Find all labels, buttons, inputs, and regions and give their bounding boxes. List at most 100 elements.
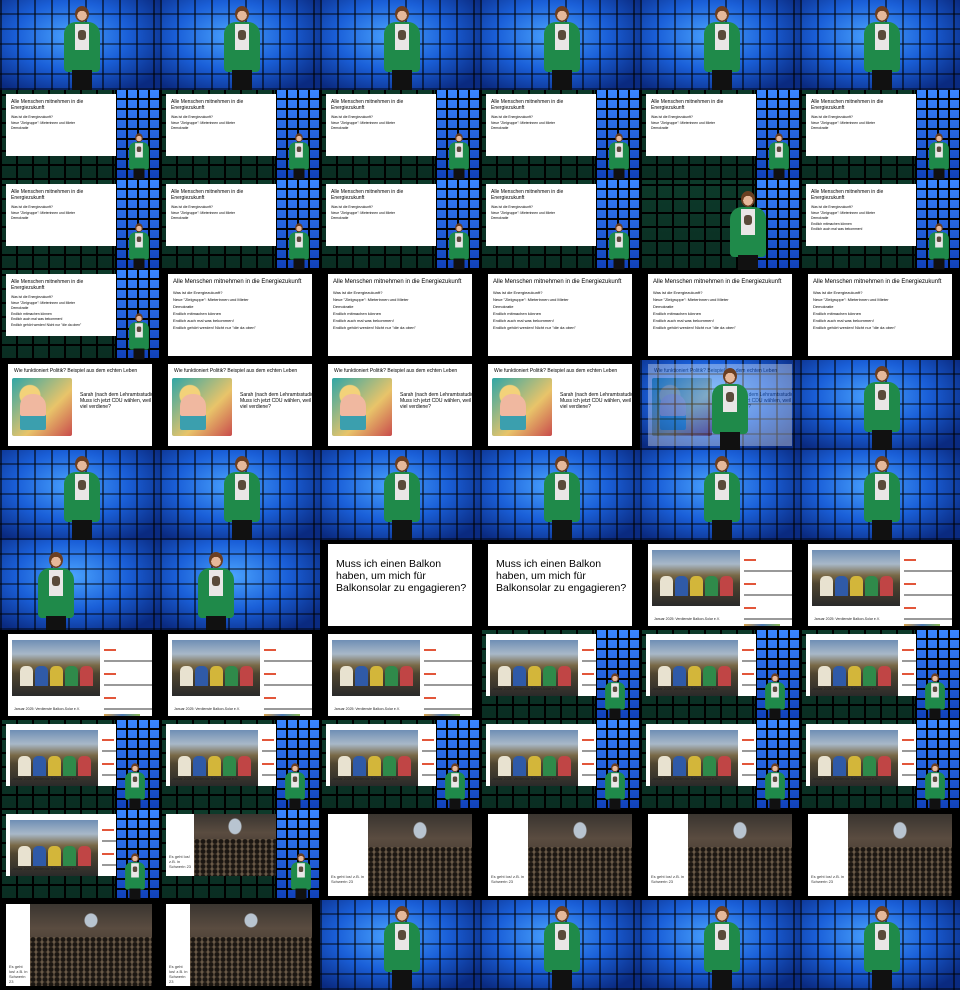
speaker-shirt xyxy=(875,384,889,410)
post-line xyxy=(742,673,754,675)
person-in-photo xyxy=(65,666,78,686)
person-in-photo xyxy=(240,666,253,686)
video-frame: Alle Menschen mitnehmen in die Energiezu… xyxy=(0,270,160,360)
agenda-item: Endlich auch mal was bekommen! xyxy=(813,318,874,323)
person-in-photo xyxy=(818,756,831,776)
person-in-photo xyxy=(658,756,671,776)
politics-text: Sarah (nach dem Lehramtsstudium)Muss ich… xyxy=(240,392,312,410)
video-frame: Muss ich einen Balkon haben, um mich für… xyxy=(480,540,640,630)
video-frame: Alle Menschen mitnehmen in die Energiezu… xyxy=(320,90,480,180)
person-in-photo xyxy=(180,666,193,686)
hall-caption: Es geht los! z.B. in Schwerin 23 xyxy=(651,874,685,884)
post-line xyxy=(742,739,754,741)
speaker-figure xyxy=(764,670,786,720)
person-in-photo xyxy=(718,756,731,776)
speaker-figure xyxy=(542,0,582,90)
speaker-figure xyxy=(124,760,146,810)
post-line xyxy=(102,774,116,776)
photo-caption: Januar 2025: Verdienste Balkon-Solar e.V… xyxy=(12,867,78,871)
speaker-figure xyxy=(128,130,150,180)
person-in-photo xyxy=(513,756,526,776)
speaker-legs xyxy=(295,888,307,900)
person-in-photo xyxy=(18,756,31,776)
social-post xyxy=(902,640,916,696)
photo-slide: Januar 2025: Verdienste Balkon-Solar e.V… xyxy=(166,724,276,786)
speaker-legs xyxy=(720,432,740,450)
comic-illustration xyxy=(332,378,392,436)
person-in-photo xyxy=(238,756,251,776)
speaker-legs xyxy=(72,520,92,540)
video-frame: Es geht los! z.B. in Schwerin 23 xyxy=(800,810,960,900)
person-in-photo xyxy=(688,756,701,776)
speaker-legs xyxy=(738,255,758,270)
video-frame: Muss ich einen Balkon haben, um mich für… xyxy=(320,540,480,630)
video-frame: Es geht los! z.B. in Schwerin 23 xyxy=(0,900,160,990)
person-in-photo xyxy=(720,576,733,596)
post-line xyxy=(424,649,436,651)
person-in-photo xyxy=(543,756,556,776)
photo-caption: Januar 2025: Verdienste Balkon-Solar e.V… xyxy=(172,777,238,781)
speaker-figure xyxy=(608,220,630,270)
agenda-item: Demokratie xyxy=(331,126,349,130)
photo-slide: Januar 2025: Verdienste Balkon-Solar e.V… xyxy=(8,634,152,716)
person-in-photo xyxy=(675,576,688,596)
agenda-item: Demokratie xyxy=(651,126,669,130)
photo-caption: Januar 2025: Verdienste Balkon-Solar e.V… xyxy=(812,687,878,691)
agenda-slide: Alle Menschen mitnehmen in die Energiezu… xyxy=(646,94,756,156)
video-frame: Januar 2025: Verdienste Balkon-Solar e.V… xyxy=(320,630,480,720)
video-frame: Januar 2025: Verdienste Balkon-Solar e.V… xyxy=(0,720,160,810)
speaker-legs xyxy=(293,258,305,270)
photo-slide: Januar 2025: Verdienste Balkon-Solar e.V… xyxy=(6,814,116,876)
post-line xyxy=(582,673,594,675)
comic-illustration xyxy=(12,378,72,436)
video-frame: Es geht los! z.B. in Schwerin 23 xyxy=(160,810,320,900)
speaker-legs xyxy=(769,798,781,810)
person-in-photo xyxy=(78,846,91,866)
speaker-head xyxy=(455,133,463,143)
post-line xyxy=(902,750,916,752)
person-in-photo xyxy=(835,576,848,596)
person-in-photo xyxy=(528,666,541,686)
speaker-legs xyxy=(613,258,625,270)
speaker-head xyxy=(235,456,249,472)
speaker-legs xyxy=(206,616,226,630)
speaker-head xyxy=(135,133,143,143)
post-line xyxy=(262,750,276,752)
social-post xyxy=(902,730,916,786)
agenda-item: Demokratie xyxy=(173,304,194,309)
post-line xyxy=(264,660,312,662)
agenda-item: Endlich auch mal was bekommen! xyxy=(811,227,863,231)
speaker-figure xyxy=(36,546,76,630)
video-frame xyxy=(320,0,480,90)
person-in-photo xyxy=(210,666,223,686)
post-line xyxy=(262,763,274,765)
speaker-head xyxy=(875,906,889,922)
person-in-photo xyxy=(703,756,716,776)
video-frame: Alle Menschen mitnehmen in die Energiezu… xyxy=(800,90,960,180)
speaker-figure xyxy=(128,220,150,270)
speaker-legs xyxy=(929,798,941,810)
speaker-figure xyxy=(924,760,946,810)
agenda-item: Demokratie xyxy=(653,304,674,309)
agenda-item: Demokratie xyxy=(811,126,829,130)
politics-title: Wie funktioniert Politik? Beispiel aus d… xyxy=(334,368,458,374)
speaker-shirt xyxy=(295,233,303,248)
social-post xyxy=(742,640,756,696)
agenda-title: Alle Menschen mitnehmen in die Energiezu… xyxy=(491,99,564,111)
politics-slide: Wie funktioniert Politik? Beispiel aus d… xyxy=(168,364,312,446)
speaker-head xyxy=(741,191,755,207)
person-in-photo xyxy=(848,756,861,776)
video-frame: Wie funktioniert Politik? Beispiel aus d… xyxy=(640,360,800,450)
agenda-item: Demokratie xyxy=(171,126,189,130)
photo-slide: Januar 2025: Verdienste Balkon-Solar e.V… xyxy=(6,724,116,786)
speaker-head xyxy=(75,6,89,22)
comic-illustration xyxy=(492,378,552,436)
speaker-head xyxy=(715,456,729,472)
sofa-photo xyxy=(12,640,100,696)
post-thumbnail xyxy=(424,714,460,716)
speaker-legs xyxy=(933,258,945,270)
video-frame: Alle Menschen mitnehmen in die Energiezu… xyxy=(480,90,640,180)
speaker-head xyxy=(935,133,943,143)
post-line xyxy=(744,607,756,609)
agenda-title: Alle Menschen mitnehmen in die Energiezu… xyxy=(331,189,404,201)
